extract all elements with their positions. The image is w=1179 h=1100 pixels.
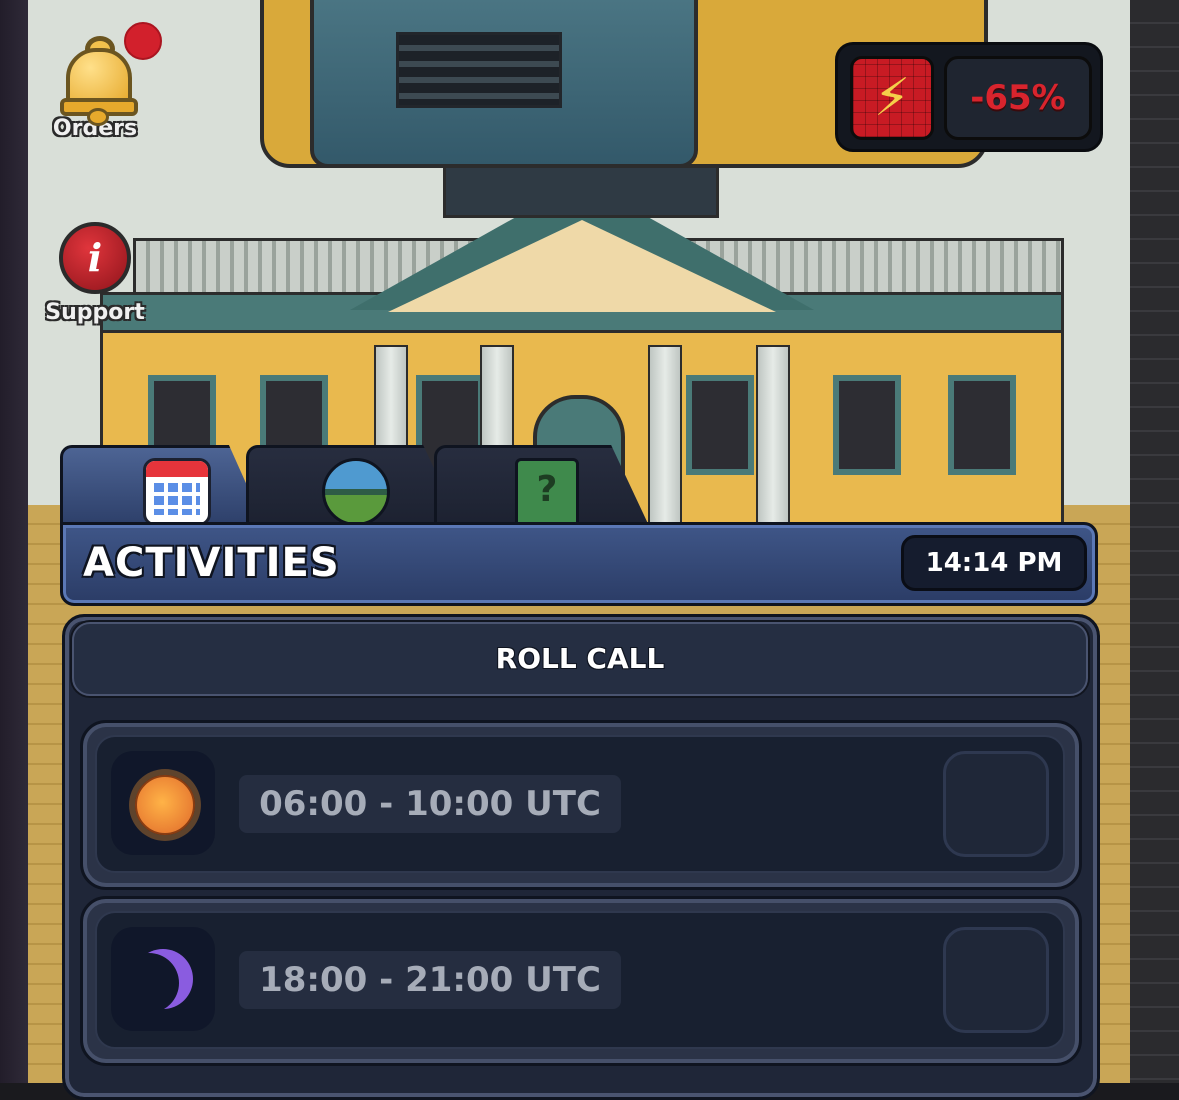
support-label: Support — [45, 300, 145, 325]
slot-icon-frame — [111, 927, 215, 1031]
lightning-bolt-icon: ⚡ — [850, 56, 934, 140]
machine-neck — [443, 162, 719, 218]
roll-call-slot-morning: 06:00 - 10:00 UTC — [80, 720, 1082, 890]
sun-icon — [135, 775, 195, 835]
prison-yard-icon — [322, 458, 390, 526]
bell-icon — [60, 36, 138, 126]
right-edge-background — [1130, 0, 1179, 1083]
left-edge-background — [0, 0, 28, 1083]
building-window — [686, 375, 754, 475]
energy-indicator[interactable]: ⚡ -65% — [835, 42, 1103, 152]
calendar-icon — [143, 458, 211, 526]
slot-time: 06:00 - 10:00 UTC — [239, 775, 621, 833]
help-book-icon: ? — [515, 458, 579, 528]
slot-checkbox[interactable] — [943, 751, 1049, 857]
activities-header: ACTIVITIES 14:14 PM — [60, 522, 1098, 606]
building-window — [948, 375, 1016, 475]
moon-icon — [133, 949, 193, 1009]
slot-time: 18:00 - 21:00 UTC — [239, 951, 621, 1009]
info-icon: i — [59, 222, 131, 294]
building-pediment-inner — [388, 220, 776, 312]
notification-badge — [124, 22, 162, 60]
roll-call-title: ROLL CALL — [72, 622, 1088, 696]
building-window — [833, 375, 901, 475]
building-column — [756, 345, 790, 529]
machine-vent — [396, 32, 562, 108]
page-title: ACTIVITIES — [83, 540, 340, 586]
roll-call-slot-evening: 18:00 - 21:00 UTC — [80, 896, 1082, 1066]
energy-value: -65% — [944, 56, 1092, 140]
building-column — [648, 345, 682, 529]
support-button[interactable]: i Support — [40, 222, 150, 325]
slot-checkbox[interactable] — [943, 927, 1049, 1033]
clock-display: 14:14 PM — [901, 535, 1087, 591]
slot-icon-frame — [111, 751, 215, 855]
